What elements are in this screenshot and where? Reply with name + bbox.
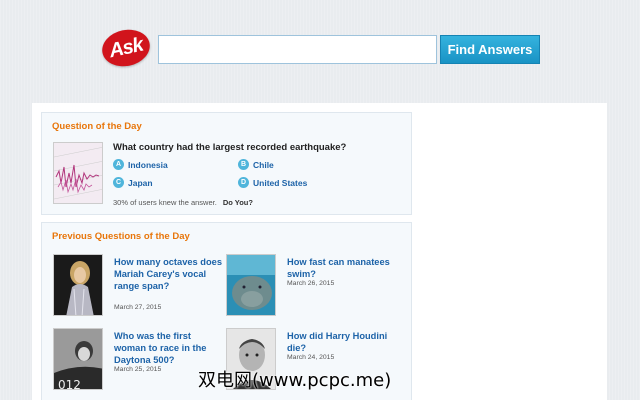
answer-letter-badge: A [113, 159, 124, 170]
question-date: March 26, 2015 [287, 280, 335, 287]
previous-question-link[interactable]: Who was the first woman to race in the D… [114, 330, 224, 366]
previous-question-link[interactable]: How fast can manatees swim? [287, 256, 397, 280]
mariah-carey-photo [53, 254, 103, 316]
answer-option-d[interactable]: D United States [238, 177, 307, 188]
main-content: Question of the Day What country had the… [32, 103, 607, 400]
do-you-link[interactable]: Do You? [223, 198, 253, 207]
question-date: March 25, 2015 [114, 366, 162, 373]
qotd-title: Question of the Day [52, 121, 142, 132]
logo-text: Ask [107, 33, 145, 62]
daytona-racer-photo: 012 [53, 328, 103, 390]
previous-questions-title: Previous Questions of the Day [52, 231, 190, 242]
answer-text: Chile [253, 159, 274, 170]
question-of-the-day-card: Question of the Day What country had the… [41, 112, 412, 215]
answer-option-a[interactable]: A Indonesia [113, 159, 168, 170]
answer-letter-badge: C [113, 177, 124, 188]
answer-letter-badge: B [238, 159, 249, 170]
previous-question-item[interactable]: How many octaves does Mariah Carey's voc… [53, 254, 223, 319]
answer-text: Japan [128, 177, 153, 188]
previous-question-item[interactable]: How fast can manatees swim? March 26, 20… [226, 254, 396, 319]
answer-text: Indonesia [128, 159, 168, 170]
stat-percentage-text: 30% of users knew the answer. [113, 198, 217, 207]
manatee-photo [226, 254, 276, 316]
seismograph-image [53, 142, 103, 204]
previous-question-link[interactable]: How many octaves does Mariah Carey's voc… [114, 256, 224, 292]
answer-option-b[interactable]: B Chile [238, 159, 274, 170]
answer-letter-badge: D [238, 177, 249, 188]
find-answers-button[interactable]: Find Answers [440, 35, 540, 64]
svg-text:012: 012 [58, 378, 81, 390]
answer-text: United States [253, 177, 308, 188]
qotd-stat: 30% of users knew the answer. Do You? [113, 198, 253, 207]
question-date: March 27, 2015 [114, 304, 162, 311]
question-date: March 24, 2015 [287, 354, 335, 361]
header: Ask Find Answers [0, 0, 640, 100]
site-watermark: 双电网(www.pcpc.me) [198, 370, 392, 391]
answer-option-c[interactable]: C Japan [113, 177, 153, 188]
previous-question-link[interactable]: How did Harry Houdini die? [287, 330, 397, 354]
qotd-question: What country had the largest recorded ea… [113, 142, 347, 153]
search-input[interactable] [158, 35, 437, 64]
ask-logo[interactable]: Ask [98, 25, 154, 71]
